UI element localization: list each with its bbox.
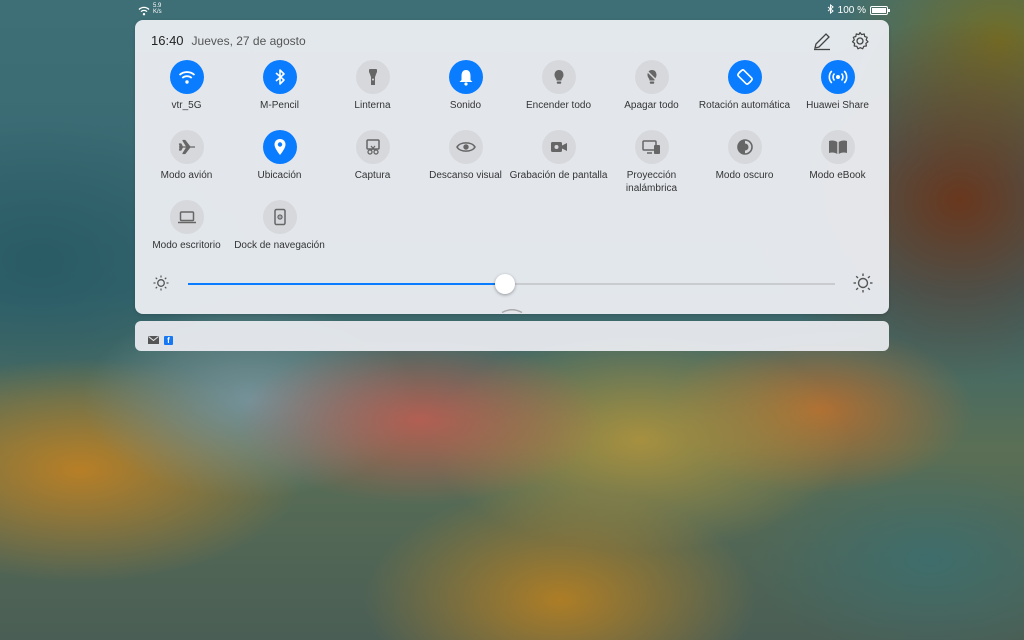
tile-label: M-Pencil [260,100,299,111]
pencil-icon [814,33,830,51]
brightness-fill [188,283,506,285]
tile-label: Grabación de pantalla [509,170,608,181]
date: Jueves, 27 de agosto [191,34,306,48]
laptop-icon [169,200,204,234]
airplane-icon [169,130,204,164]
battery-icon [870,6,890,15]
tile-lights-off[interactable]: Apagar todo [605,60,698,126]
tile-label: Modo oscuro [715,170,774,181]
tile-airplane-mode[interactable]: Modo avión [140,130,233,196]
tile-label: Modo avión [160,170,213,181]
tile-lights-on[interactable]: Encender todo [512,60,605,126]
net-speed-unit: K/s [153,9,162,15]
status-bar: 5.9 K/s 100 % [0,0,1024,20]
network-speed: 5.9 K/s [153,3,162,15]
book-icon [820,130,855,164]
tile-screen-recording[interactable]: Grabación de pantalla [510,130,607,196]
tile-wireless-projection[interactable]: Proyección inalámbrica [605,130,698,196]
tile-label: Sonido [449,100,482,111]
bluetooth-status-icon [827,3,834,17]
flashlight-icon [355,60,390,94]
tile-flashlight[interactable]: Linterna [326,60,419,126]
notification-bar[interactable]: f [135,321,889,351]
tile-label: Captura [354,170,391,181]
bell-icon [448,60,483,94]
tile-label: vtr_5G [171,100,202,111]
location-icon [262,130,297,164]
quick-settings-panel: 16:40 Jueves, 27 de agosto vtr_5G M-Penc… [135,20,889,314]
settings-button[interactable] [849,30,871,52]
tile-screenshot[interactable]: Captura [326,130,419,196]
screenshot-icon [355,130,390,164]
collapse-handle[interactable] [501,301,523,319]
share-icon [820,60,855,94]
tile-label: Modo escritorio [152,240,221,251]
tile-eye-comfort[interactable]: Descanso visual [419,130,512,196]
tile-label: Dock de navegación [234,240,325,251]
tile-dark-mode[interactable]: Modo oscuro [698,130,791,196]
record-icon [541,130,576,164]
tile-label: Modo eBook [809,170,866,181]
chevron-up-icon [501,309,523,314]
tile-label: Ubicación [257,170,302,181]
tile-wifi[interactable]: vtr_5G [140,60,233,126]
tile-navigation-dock[interactable]: Dock de navegación [233,200,326,266]
tile-label: Encender todo [525,100,592,111]
edit-button[interactable] [811,30,833,52]
tile-desktop-mode[interactable]: Modo escritorio [140,200,233,266]
tile-label: Proyección inalámbrica [625,170,678,194]
tile-label: Descanso visual [429,170,502,181]
tile-label: Apagar todo [624,100,679,111]
brightness-slider[interactable] [188,274,835,294]
tile-ebook-mode[interactable]: Modo eBook [791,130,884,196]
tile-label: Rotación automática [698,100,791,111]
brightness-thumb[interactable] [495,274,516,294]
tile-auto-rotate[interactable]: Rotación automática [698,60,791,126]
facebook-icon: f [164,335,173,345]
wifi-icon [169,60,204,94]
tile-bluetooth[interactable]: M-Pencil [233,60,326,126]
eye-icon [448,130,483,164]
cast-icon [634,130,669,164]
bulb-off-icon [634,60,669,94]
brightness-high-icon [853,273,873,298]
tile-label: Linterna [354,100,391,111]
rotate-icon [727,60,762,94]
panel-header: 16:40 Jueves, 27 de agosto [151,33,306,48]
brightness-control [151,273,873,295]
gear-icon [851,31,869,50]
bulb-on-icon [541,60,576,94]
tile-sound[interactable]: Sonido [419,60,512,126]
battery-percent: 100 % [837,5,866,16]
bluetooth-icon [262,60,297,94]
clock: 16:40 [151,33,184,48]
dark-mode-icon [727,130,762,164]
dock-icon [262,200,297,234]
wifi-status-icon [138,3,150,21]
tile-huawei-share[interactable]: Huawei Share [791,60,884,126]
tile-label: Huawei Share [806,100,869,111]
brightness-low-icon [153,275,169,296]
mail-icon [148,331,159,349]
tile-location[interactable]: Ubicación [233,130,326,196]
